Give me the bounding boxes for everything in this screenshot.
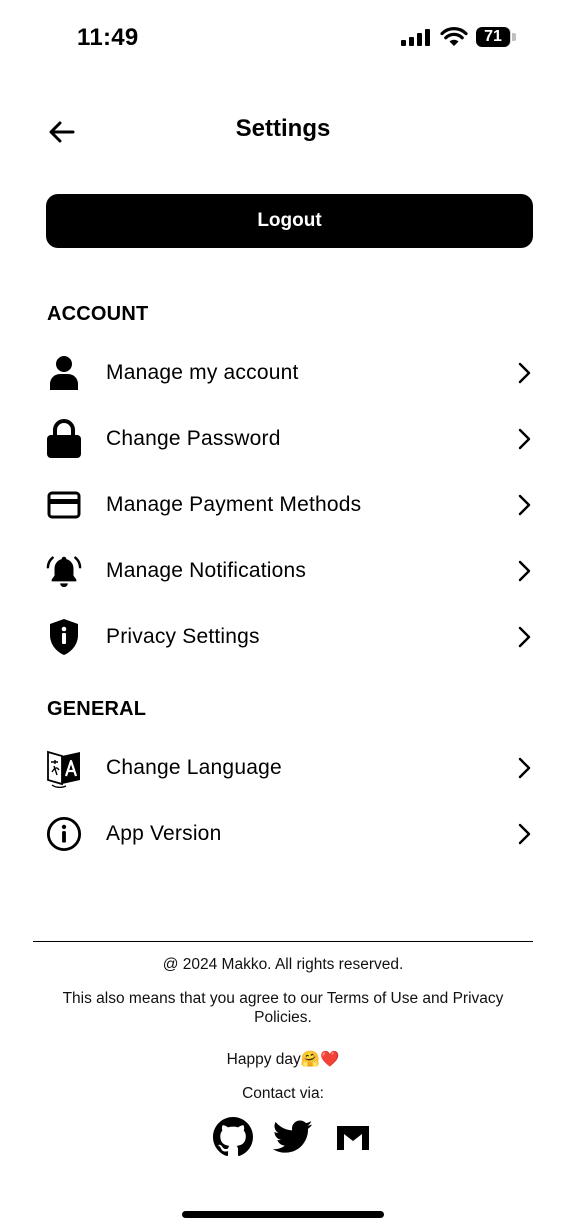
settings-item-notifications[interactable]: Manage Notifications bbox=[46, 543, 536, 599]
settings-item-label: Privacy Settings bbox=[106, 625, 260, 648]
settings-item-label: Change Password bbox=[106, 427, 281, 450]
info-circle-icon bbox=[46, 816, 82, 852]
shield-info-icon bbox=[46, 619, 82, 655]
settings-item-privacy[interactable]: Privacy Settings bbox=[46, 609, 536, 665]
footer-divider bbox=[33, 941, 533, 942]
section-title-general: GENERAL bbox=[47, 698, 147, 720]
battery-icon: 71 bbox=[476, 27, 510, 47]
translate-icon bbox=[46, 750, 82, 788]
github-link[interactable] bbox=[213, 1117, 253, 1157]
logout-button[interactable]: Logout bbox=[46, 194, 533, 248]
settings-item-app-version[interactable]: App Version bbox=[46, 806, 536, 862]
page-title: Settings bbox=[235, 115, 331, 142]
user-icon bbox=[46, 355, 82, 391]
twitter-link[interactable] bbox=[273, 1117, 313, 1157]
chevron-right-icon bbox=[512, 427, 536, 451]
chevron-right-icon bbox=[512, 559, 536, 583]
chevron-right-icon bbox=[512, 625, 536, 649]
settings-item-manage-account[interactable]: Manage my account bbox=[46, 345, 536, 401]
settings-item-label: Manage my account bbox=[106, 361, 299, 384]
settings-item-change-language[interactable]: Change Language bbox=[46, 740, 536, 796]
status-time: 11:49 bbox=[77, 24, 139, 51]
copyright-text: @ 2024 Makko. All rights reserved. bbox=[162, 956, 404, 973]
chevron-right-icon bbox=[512, 361, 536, 385]
twitter-icon bbox=[273, 1120, 313, 1153]
terms-text: This also means that you agree to our Te… bbox=[62, 990, 504, 1026]
battery-level: 71 bbox=[484, 28, 502, 45]
github-icon bbox=[213, 1117, 253, 1157]
wifi-icon bbox=[440, 27, 468, 46]
settings-item-label: Manage Payment Methods bbox=[106, 493, 362, 516]
cellular-signal-icon bbox=[401, 28, 431, 46]
gmail-icon bbox=[337, 1126, 369, 1150]
happy-day-text: Happy day🤗❤️ bbox=[226, 1051, 340, 1068]
battery-cap bbox=[512, 33, 516, 41]
settings-item-label: Change Language bbox=[106, 756, 282, 779]
lock-icon bbox=[46, 419, 82, 458]
section-title-account: ACCOUNT bbox=[47, 303, 149, 325]
contact-label: Contact via: bbox=[242, 1085, 324, 1102]
chevron-right-icon bbox=[512, 756, 536, 780]
chevron-right-icon bbox=[512, 493, 536, 517]
settings-item-label: App Version bbox=[106, 822, 222, 845]
chevron-right-icon bbox=[512, 822, 536, 846]
settings-item-payment-methods[interactable]: Manage Payment Methods bbox=[46, 477, 536, 533]
credit-card-icon bbox=[46, 487, 82, 523]
bell-ringing-icon bbox=[46, 553, 82, 589]
settings-item-change-password[interactable]: Change Password bbox=[46, 411, 536, 467]
home-indicator bbox=[182, 1211, 384, 1218]
gmail-link[interactable] bbox=[333, 1117, 373, 1157]
settings-item-label: Manage Notifications bbox=[106, 559, 307, 582]
